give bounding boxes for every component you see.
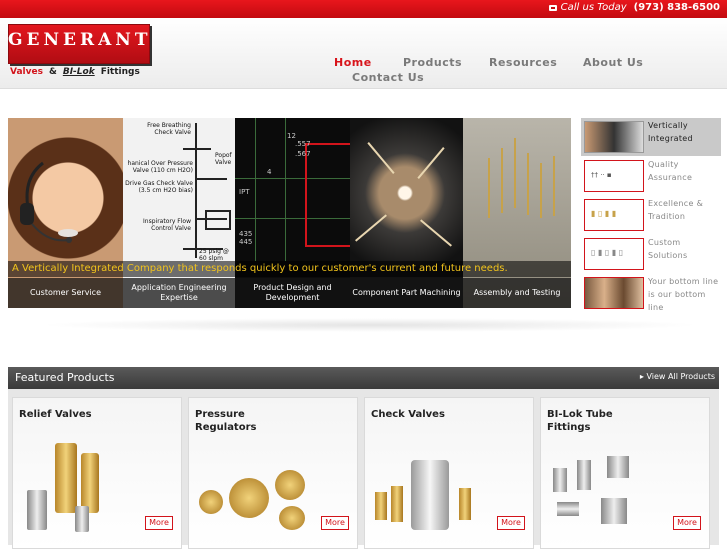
product-card-relief-valves[interactable]: Relief Valves More (12, 397, 182, 549)
caption-component-machining[interactable]: Component Part Machining (350, 278, 463, 308)
more-button[interactable]: More (145, 516, 173, 530)
featured-title: Featured Products (15, 371, 115, 384)
divider-shadow (40, 318, 700, 332)
thumb-bottom-line[interactable]: Your bottom line is our bottom line (581, 274, 721, 312)
regulator-image (279, 506, 305, 530)
slider-thumbnails: Vertically Integrated †† ·· ▪ Quality As… (581, 118, 721, 312)
relief-valve-image (55, 443, 77, 513)
drawing-label: IPT (239, 188, 250, 196)
thumb-vertically-integrated[interactable]: Vertically Integrated (581, 118, 721, 156)
tube-fitting-image (577, 460, 591, 490)
hero-tagline: A Vertically Integrated Company that res… (8, 261, 571, 277)
product-card-check-valves[interactable]: Check Valves More (364, 397, 534, 549)
relief-valve-image (75, 506, 89, 532)
thumb-image: †† ·· ▪ (584, 160, 644, 192)
tube-fitting-image (601, 498, 627, 524)
schematic-label: Popof Valve (215, 152, 232, 166)
drawing-label: 4 (267, 168, 272, 176)
drawing-label: .567 (295, 150, 311, 158)
product-name: Check Valves (371, 409, 445, 420)
product-name: Pressure Regulators (195, 409, 257, 433)
caption-assembly-testing[interactable]: Assembly and Testing (463, 278, 571, 308)
check-valve-image (411, 460, 449, 530)
logo-brand: GENERANT (8, 30, 152, 50)
logo-valves: Valves (10, 67, 43, 77)
schematic-label: 25 psig @ 60 slpm (199, 248, 229, 262)
more-button[interactable]: More (321, 516, 349, 530)
relief-valve-image (27, 490, 47, 530)
schematic-label: Drive Gas Check Valve (3.5 cm H2O bias) (125, 180, 193, 194)
check-valve-image (375, 492, 387, 520)
logo-bilok: BI-Lok (62, 67, 95, 77)
nav-products[interactable]: Products (403, 56, 462, 69)
header: GENERANT Valves & BI-Lok Fittings Home P… (0, 18, 727, 89)
product-card-bilok-tube-fittings[interactable]: BI-Lok Tube Fittings More (540, 397, 710, 549)
phone-icon (548, 4, 557, 11)
nav-about-us[interactable]: About Us (583, 56, 643, 69)
caption-customer-service[interactable]: Customer Service (8, 278, 123, 308)
caption-product-design[interactable]: Product Design and Development (235, 278, 350, 308)
more-button[interactable]: More (673, 516, 701, 530)
nav-resources[interactable]: Resources (489, 56, 557, 69)
more-button[interactable]: More (497, 516, 525, 530)
thumb-image (584, 277, 644, 309)
view-all-products-link[interactable]: ▸ View All Products (640, 372, 715, 381)
headset-icon (20, 161, 78, 243)
regulator-image (229, 478, 269, 518)
drawing-label: 12 (287, 132, 296, 140)
nav-home[interactable]: Home (334, 56, 372, 69)
top-bar: Call us Today (973) 838-6500 (0, 0, 727, 18)
schematic-label: Free Breathing Check Valve (147, 122, 191, 136)
caption-application-engineering[interactable]: Application Engineering Expertise (123, 278, 235, 308)
regulator-image (275, 470, 305, 500)
generant-logo[interactable]: GENERANT Valves & BI-Lok Fittings (8, 24, 150, 82)
thumb-quality-assurance[interactable]: †† ·· ▪ Quality Assurance (581, 157, 721, 195)
relief-valve-image (81, 453, 99, 513)
thumb-label: Custom Solutions (648, 238, 688, 260)
phone-contact[interactable]: Call us Today (973) 838-6500 (548, 2, 720, 13)
drawing-label: 435 (239, 230, 253, 238)
regulator-image (199, 490, 223, 514)
phone-number: (973) 838-6500 (633, 2, 720, 13)
thumb-image: ▮ ▯ ▮ ▮ (584, 199, 644, 231)
thumb-image (584, 121, 644, 153)
nav-contact-us[interactable]: Contact Us (352, 71, 424, 84)
check-valve-image (459, 488, 471, 520)
featured-products-grid: Relief Valves More Pressure Regulators M… (8, 389, 719, 549)
tube-fitting-image (607, 456, 629, 478)
tube-fitting-image (557, 502, 579, 516)
drawing-label: 445 (239, 238, 253, 246)
thumb-excellence-tradition[interactable]: ▮ ▯ ▮ ▮ Excellence & Tradition (581, 196, 721, 234)
thumb-label: Quality Assurance (648, 160, 693, 182)
check-valve-image (391, 486, 403, 522)
schematic-label: hanical Over Pressure Valve (110 cm H2O) (127, 160, 193, 174)
product-name: Relief Valves (19, 409, 92, 420)
thumb-label: Your bottom line is our bottom line (648, 277, 719, 312)
schematic-label: Inspiratory Flow Control Valve (143, 218, 191, 232)
call-label: Call us Today (560, 2, 627, 13)
logo-subtitle: Valves & BI-Lok Fittings (10, 67, 140, 77)
product-name: BI-Lok Tube Fittings (547, 409, 613, 433)
logo-amp: & (48, 67, 57, 77)
logo-fittings: Fittings (100, 67, 140, 77)
tube-fitting-image (553, 468, 567, 492)
thumb-label: Vertically Integrated (648, 121, 693, 143)
hero-banner[interactable]: Free Breathing Check Valve hanical Over … (8, 118, 571, 308)
thumb-image: ▯ ▮ ▯ ▮ ▯ (584, 238, 644, 270)
thumb-label: Excellence & Tradition (648, 199, 704, 221)
drawing-label: .557 (295, 140, 311, 148)
thumb-custom-solutions[interactable]: ▯ ▮ ▯ ▮ ▯ Custom Solutions (581, 235, 721, 273)
featured-products-bar: Featured Products ▸ View All Products (8, 367, 719, 389)
product-card-pressure-regulators[interactable]: Pressure Regulators More (188, 397, 358, 549)
